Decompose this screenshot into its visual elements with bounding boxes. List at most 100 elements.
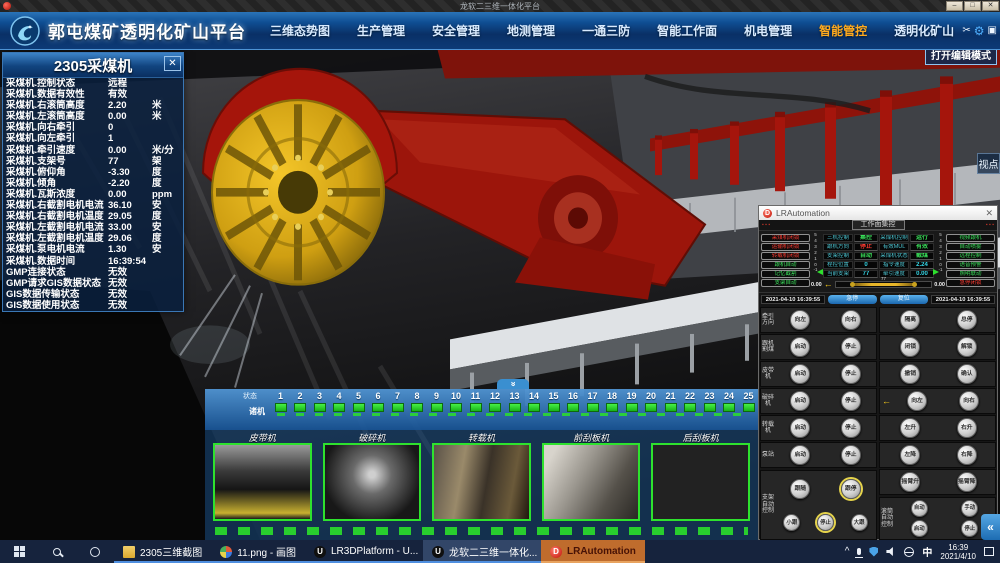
interlock-button[interactable]: 记忆截割 (761, 270, 810, 278)
camera-feed[interactable] (651, 443, 750, 521)
close-button[interactable]: ✕ (982, 1, 999, 11)
nav-menu-item[interactable]: 地测管理 (507, 22, 555, 39)
clock[interactable]: 16:39 2021/4/10 (940, 543, 976, 561)
support-status-cell[interactable]: 5 (351, 391, 366, 412)
support-status-cell[interactable]: 6 (371, 391, 386, 412)
round-control-button[interactable]: 启动 (790, 445, 810, 465)
interlock-button[interactable]: 视频跟机 (946, 234, 995, 242)
round-control-button[interactable]: 跟停 (841, 479, 861, 499)
tray-chevron-icon[interactable]: ^ (845, 547, 850, 557)
nav-menu-item[interactable]: 一通三防 (582, 22, 630, 39)
round-control-button[interactable]: 停止 (961, 520, 978, 537)
reset-button[interactable]: 复位 (880, 295, 929, 304)
round-control-button[interactable]: 闭锁 (900, 337, 920, 357)
round-control-button[interactable]: 自动 (911, 500, 928, 517)
round-control-button[interactable]: 右升 (957, 418, 977, 438)
support-status-cell[interactable]: 21 (663, 391, 678, 412)
support-status-cell[interactable]: 23 (702, 391, 717, 412)
minimize-button[interactable]: – (946, 1, 963, 11)
camera-feed[interactable] (323, 443, 422, 521)
lra-titlebar[interactable]: D LRAutomation ✕ (759, 206, 997, 220)
support-status-cell[interactable]: 8 (410, 391, 425, 412)
nav-menu-item[interactable]: 三维态势图 (270, 22, 330, 39)
round-control-button[interactable]: 大跟 (851, 514, 868, 531)
round-control-button[interactable]: 摇臂降 (957, 472, 977, 492)
cortana-button[interactable] (76, 540, 114, 563)
interlock-button[interactable]: 急停闭锁 (946, 279, 995, 287)
round-control-button[interactable]: 小跟 (783, 514, 800, 531)
support-status-cell[interactable]: 25 (741, 391, 756, 412)
nav-menu-item[interactable]: 透明化矿山 (894, 22, 954, 39)
interlock-button[interactable]: 照明联动 (946, 270, 995, 278)
nav-menu-item[interactable]: 智能管控 (819, 22, 867, 39)
round-control-button[interactable]: 启动 (790, 364, 810, 384)
estop-button[interactable]: 急停 (828, 295, 877, 304)
round-control-button[interactable]: 停止 (841, 445, 861, 465)
interlock-button[interactable]: 远程控制 (946, 252, 995, 260)
collapse-chevron-icon[interactable]: « (497, 379, 529, 389)
nav-menu-item[interactable]: 生产管理 (357, 22, 405, 39)
support-status-cell[interactable]: 2 (293, 391, 308, 412)
taskbar-app[interactable]: U LR3DPlatform - U... (305, 540, 423, 563)
round-control-button[interactable]: 停止 (841, 364, 861, 384)
gear-icon[interactable]: ⚙ (974, 26, 985, 36)
round-control-button[interactable]: 摇臂升 (900, 472, 920, 492)
support-status-cell[interactable]: 24 (722, 391, 737, 412)
nav-menu-item[interactable]: 智能工作面 (657, 22, 717, 39)
search-button[interactable] (38, 540, 76, 563)
round-control-button[interactable]: 向右 (959, 391, 979, 411)
round-control-button[interactable]: 确认 (957, 364, 977, 384)
interlock-button[interactable]: 语音预警 (946, 261, 995, 269)
round-control-button[interactable]: 隔离 (900, 310, 920, 330)
interlock-button[interactable]: 自动喷雾 (946, 243, 995, 251)
support-status-cell[interactable]: 13 (507, 391, 522, 412)
interlock-button[interactable]: 跟机自动 (761, 261, 810, 269)
round-control-button[interactable]: 向右 (841, 310, 861, 330)
round-control-button[interactable]: 撤销 (900, 364, 920, 384)
round-control-button[interactable]: 启动 (790, 391, 810, 411)
right-collapse-chevron-icon[interactable]: « (981, 514, 1000, 540)
camera-feed[interactable] (432, 443, 531, 521)
ime-indicator[interactable]: 中 (922, 544, 932, 559)
support-status-cell[interactable]: 9 (429, 391, 444, 412)
round-control-button[interactable]: 停止 (841, 418, 861, 438)
support-status-cell[interactable]: 14 (527, 391, 542, 412)
support-status-cell[interactable]: 16 (566, 391, 581, 412)
round-control-button[interactable]: 解锁 (957, 337, 977, 357)
support-status-cell[interactable]: 3 (312, 391, 327, 412)
support-status-cell[interactable]: 12 (488, 391, 503, 412)
nav-menu-item[interactable]: 安全管理 (432, 22, 480, 39)
tools-icon[interactable]: ✂ (962, 26, 970, 36)
round-control-button[interactable]: 启动 (790, 418, 810, 438)
taskbar-app[interactable]: 11.png - 画图 (211, 540, 305, 563)
dock-window-icon[interactable]: ▣ (988, 26, 997, 36)
round-control-button[interactable]: 右降 (957, 445, 977, 465)
round-control-button[interactable]: 向左 (907, 391, 927, 411)
support-status-cell[interactable]: 18 (605, 391, 620, 412)
close-icon[interactable]: ✕ (164, 56, 181, 71)
round-control-button[interactable]: 手动 (961, 500, 978, 517)
support-status-cell[interactable]: 20 (644, 391, 659, 412)
interlock-button[interactable]: 支架自动 (761, 279, 810, 287)
viewpoint-tab[interactable]: 视点 (977, 153, 1000, 174)
camera-feed[interactable] (542, 443, 641, 521)
interlock-button[interactable]: 采煤机闭锁 (761, 234, 810, 242)
microphone-icon[interactable] (857, 548, 861, 555)
round-control-button[interactable]: 停止 (841, 391, 861, 411)
support-status-cell[interactable]: 17 (585, 391, 600, 412)
support-status-cell[interactable]: 19 (624, 391, 639, 412)
support-status-cell[interactable]: 4 (332, 391, 347, 412)
support-status-cell[interactable]: 11 (468, 391, 483, 412)
round-control-button[interactable]: 左升 (900, 418, 920, 438)
round-control-button[interactable]: 跟随 (790, 479, 810, 499)
maximize-button[interactable]: □ (964, 1, 981, 11)
shearer-glyph-icon[interactable] (853, 283, 914, 286)
round-control-button[interactable]: 向左 (790, 310, 810, 330)
workface-control-tab[interactable]: 工作面集控 (852, 220, 905, 230)
speaker-icon[interactable] (886, 547, 896, 556)
taskbar-app[interactable]: 2305三维截图 (114, 540, 211, 563)
start-button[interactable] (0, 540, 38, 563)
security-shield-icon[interactable] (869, 547, 878, 557)
network-icon[interactable] (904, 547, 914, 557)
lra-close-icon[interactable]: ✕ (985, 208, 993, 219)
